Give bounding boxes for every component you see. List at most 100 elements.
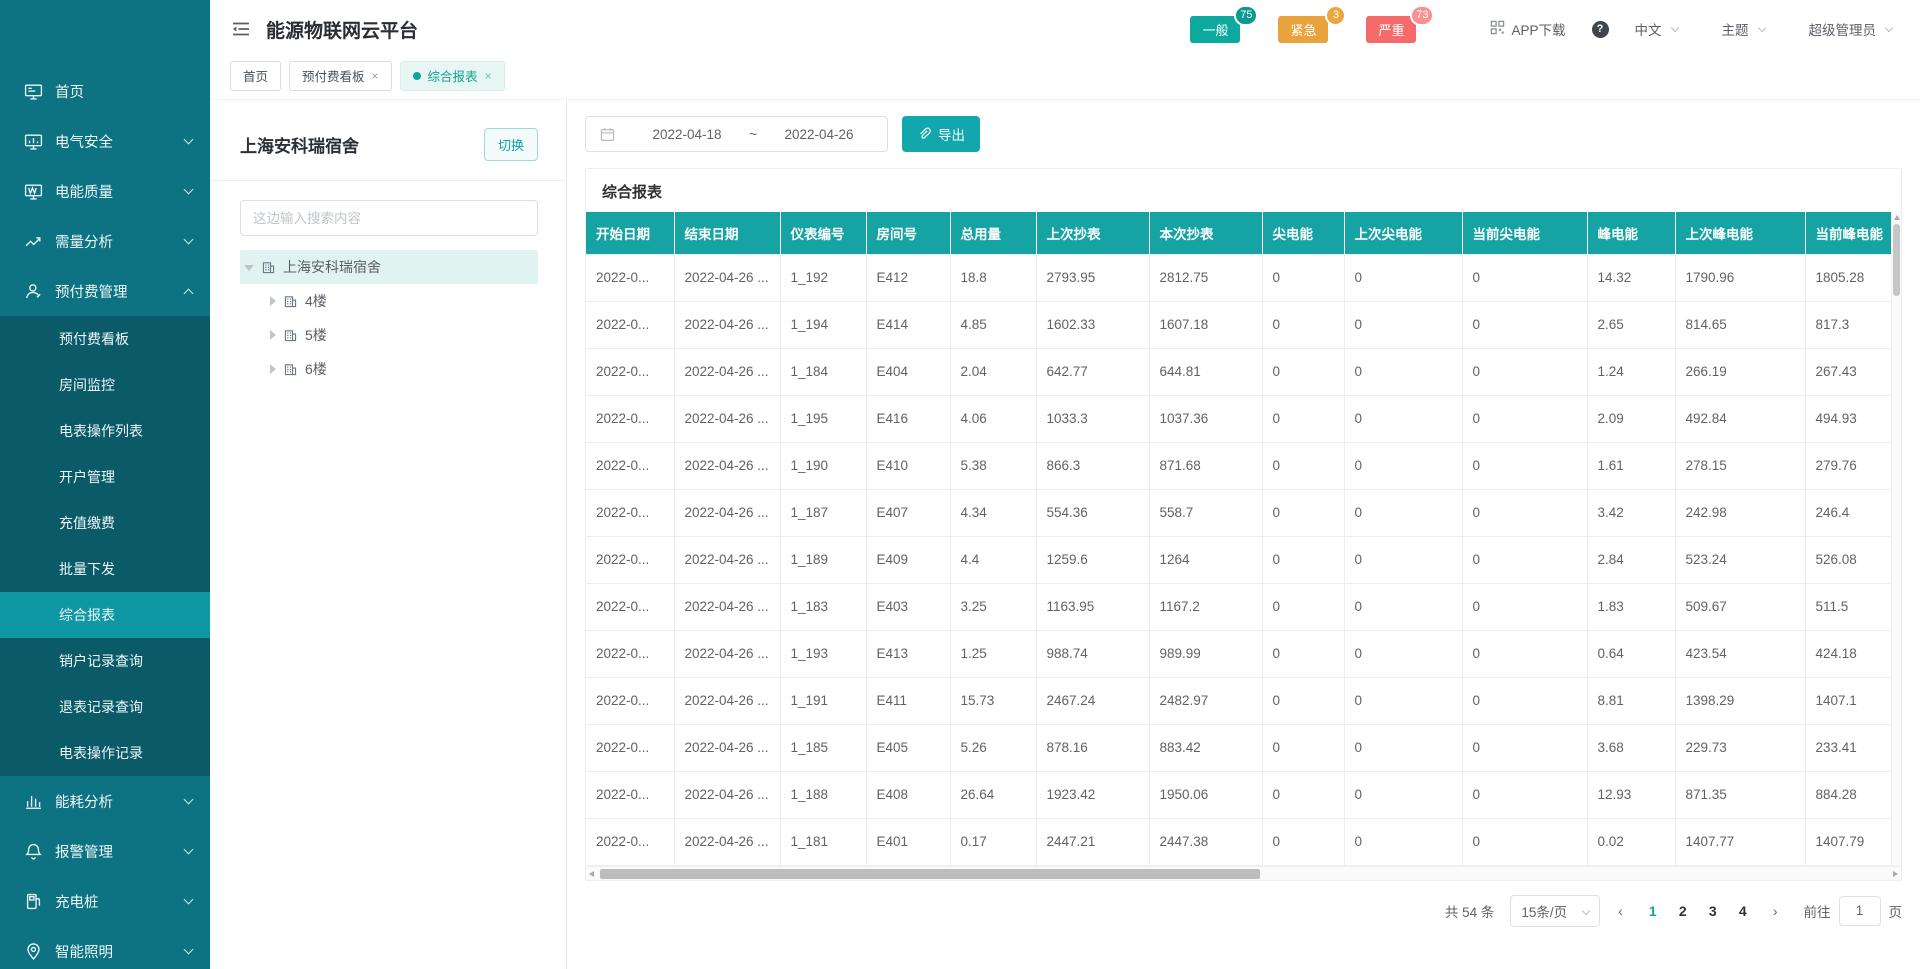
sidebar-item[interactable]: 能耗分析 [0,776,210,826]
table-cell: 0 [1344,630,1462,677]
tree-node[interactable]: 上海安科瑞宿舍 [240,250,538,284]
demand-analysis-icon [24,232,43,251]
table-header-cell: 上次尖电能 [1344,212,1462,254]
date-end-value[interactable]: 2022-04-26 [765,127,873,142]
tree-node[interactable]: 5楼 [240,318,538,352]
sidebar-subitem[interactable]: 电表操作列表 [0,408,210,454]
goto-page-input[interactable] [1839,896,1881,926]
sidebar-subitem[interactable]: 批量下发 [0,546,210,592]
date-start-value[interactable]: 2022-04-18 [633,127,741,142]
sidebar-item[interactable]: 报警管理 [0,826,210,876]
tree-caret-collapsed-icon[interactable] [270,330,276,340]
sidebar-subitem[interactable]: 预付费看板 [0,316,210,362]
tree-caret-collapsed-icon[interactable] [270,364,276,374]
table-cell: 0 [1462,724,1587,771]
alarm-badge[interactable]: 严重73 [1366,16,1416,43]
tree-caret-collapsed-icon[interactable] [270,296,276,306]
table-cell: 18.8 [950,254,1036,301]
help-icon: ? [1592,21,1609,38]
table-cell: 5.26 [950,724,1036,771]
breadcrumb-tabs: 首页 预付费看板 × 综合报表 × [210,58,1920,100]
collapse-menu-icon[interactable] [230,18,252,40]
horizontal-scrollbar[interactable] [586,866,1901,880]
alarm-badge[interactable]: 一般75 [1190,16,1240,43]
table-cell: 0 [1462,630,1587,677]
table-cell: 2447.38 [1149,818,1262,865]
vertical-scrollbar-thumb[interactable] [1893,224,1900,296]
table-cell: 278.15 [1675,442,1805,489]
app-download-button[interactable]: APP下载 [1490,19,1565,39]
tab-close-icon[interactable]: × [372,70,379,82]
electric-safety-icon [24,132,43,151]
user-dropdown[interactable]: 超级管理员 [1809,19,1893,39]
theme-dropdown[interactable]: 主题 [1722,19,1765,39]
table-cell: 1_181 [780,818,866,865]
alarm-badge[interactable]: 紧急3 [1278,16,1328,43]
page-number[interactable]: 2 [1671,897,1695,925]
table-header-cell: 结束日期 [674,212,780,254]
page-number[interactable]: 3 [1701,897,1725,925]
table-cell: 2022-0... [586,254,674,301]
table-cell: 1_183 [780,583,866,630]
language-dropdown[interactable]: 中文 [1635,19,1678,39]
sidebar-subitem[interactable]: 电表操作记录 [0,730,210,776]
sidebar-subitem[interactable]: 销户记录查询 [0,638,210,684]
date-range-picker[interactable]: 2022-04-18 ~ 2022-04-26 [585,116,888,152]
table-cell: 279.76 [1805,442,1891,489]
tab-label: 综合报表 [428,66,478,85]
tab-item[interactable]: 首页 [230,61,281,91]
table-cell: 1259.6 [1036,536,1149,583]
prev-page-button[interactable]: ‹ [1612,903,1629,919]
export-button[interactable]: 导出 [902,116,980,152]
table-cell: 0 [1462,771,1587,818]
next-page-button[interactable]: › [1767,903,1784,919]
help-button[interactable]: ? [1592,21,1609,38]
sidebar-item[interactable]: 电能质量 [0,166,210,216]
scroll-right-arrow-icon[interactable] [1893,871,1898,877]
tab-label: 预付费看板 [302,66,365,85]
alarm-count-badge: 75 [1234,5,1258,26]
tree-node-label: 上海安科瑞宿舍 [283,257,381,277]
table-header-cell: 房间号 [866,212,950,254]
table-cell: E407 [866,489,950,536]
scroll-up-arrow-icon[interactable] [1894,215,1900,220]
table-cell: 0.64 [1587,630,1675,677]
tree-node[interactable]: 4楼 [240,284,538,318]
page-number[interactable]: 4 [1731,897,1755,925]
vertical-scrollbar[interactable] [1891,212,1901,866]
page-number-list: 1234 [1641,897,1755,925]
export-label: 导出 [938,124,965,144]
sidebar-item[interactable]: 智能照明 [0,926,210,969]
sidebar-subitem[interactable]: 充值缴费 [0,500,210,546]
sidebar-item[interactable]: 首页 [0,66,210,116]
scroll-left-arrow-icon[interactable] [589,871,594,877]
sidebar-subitem[interactable]: 开户管理 [0,454,210,500]
table-cell: 554.36 [1036,489,1149,536]
sidebar-item-label: 报警管理 [55,841,185,862]
table-cell: 0 [1262,677,1344,724]
switch-button[interactable]: 切换 [484,128,538,161]
table-cell: 989.99 [1149,630,1262,677]
table-header-cell: 上次峰电能 [1675,212,1805,254]
search-input[interactable] [240,200,538,236]
date-separator: ~ [741,127,765,142]
table-cell: 2.04 [950,348,1036,395]
sidebar-subitem[interactable]: 房间监控 [0,362,210,408]
horizontal-scrollbar-thumb[interactable] [600,869,1260,879]
tab-close-icon[interactable]: × [485,70,492,82]
sidebar-subitem[interactable]: 综合报表 [0,592,210,638]
sidebar-item[interactable]: 预付费管理 [0,266,210,316]
table-cell: 0 [1344,583,1462,630]
sidebar-subitem[interactable]: 退表记录查询 [0,684,210,730]
sidebar-item[interactable]: 充电桩 [0,876,210,926]
tree-node[interactable]: 6楼 [240,352,538,386]
building-icon [261,260,276,275]
tab-active[interactable]: 综合报表 × [400,61,505,91]
page-number-active[interactable]: 1 [1641,897,1665,925]
sidebar-item[interactable]: 需量分析 [0,216,210,266]
tree-caret-expanded-icon[interactable] [244,265,254,271]
sidebar-item[interactable]: 电气安全 [0,116,210,166]
page-size-select[interactable]: 15条/页 [1510,895,1600,927]
table-cell: 2022-04-26 ... [674,818,780,865]
tab-item[interactable]: 预付费看板 × [289,61,392,91]
